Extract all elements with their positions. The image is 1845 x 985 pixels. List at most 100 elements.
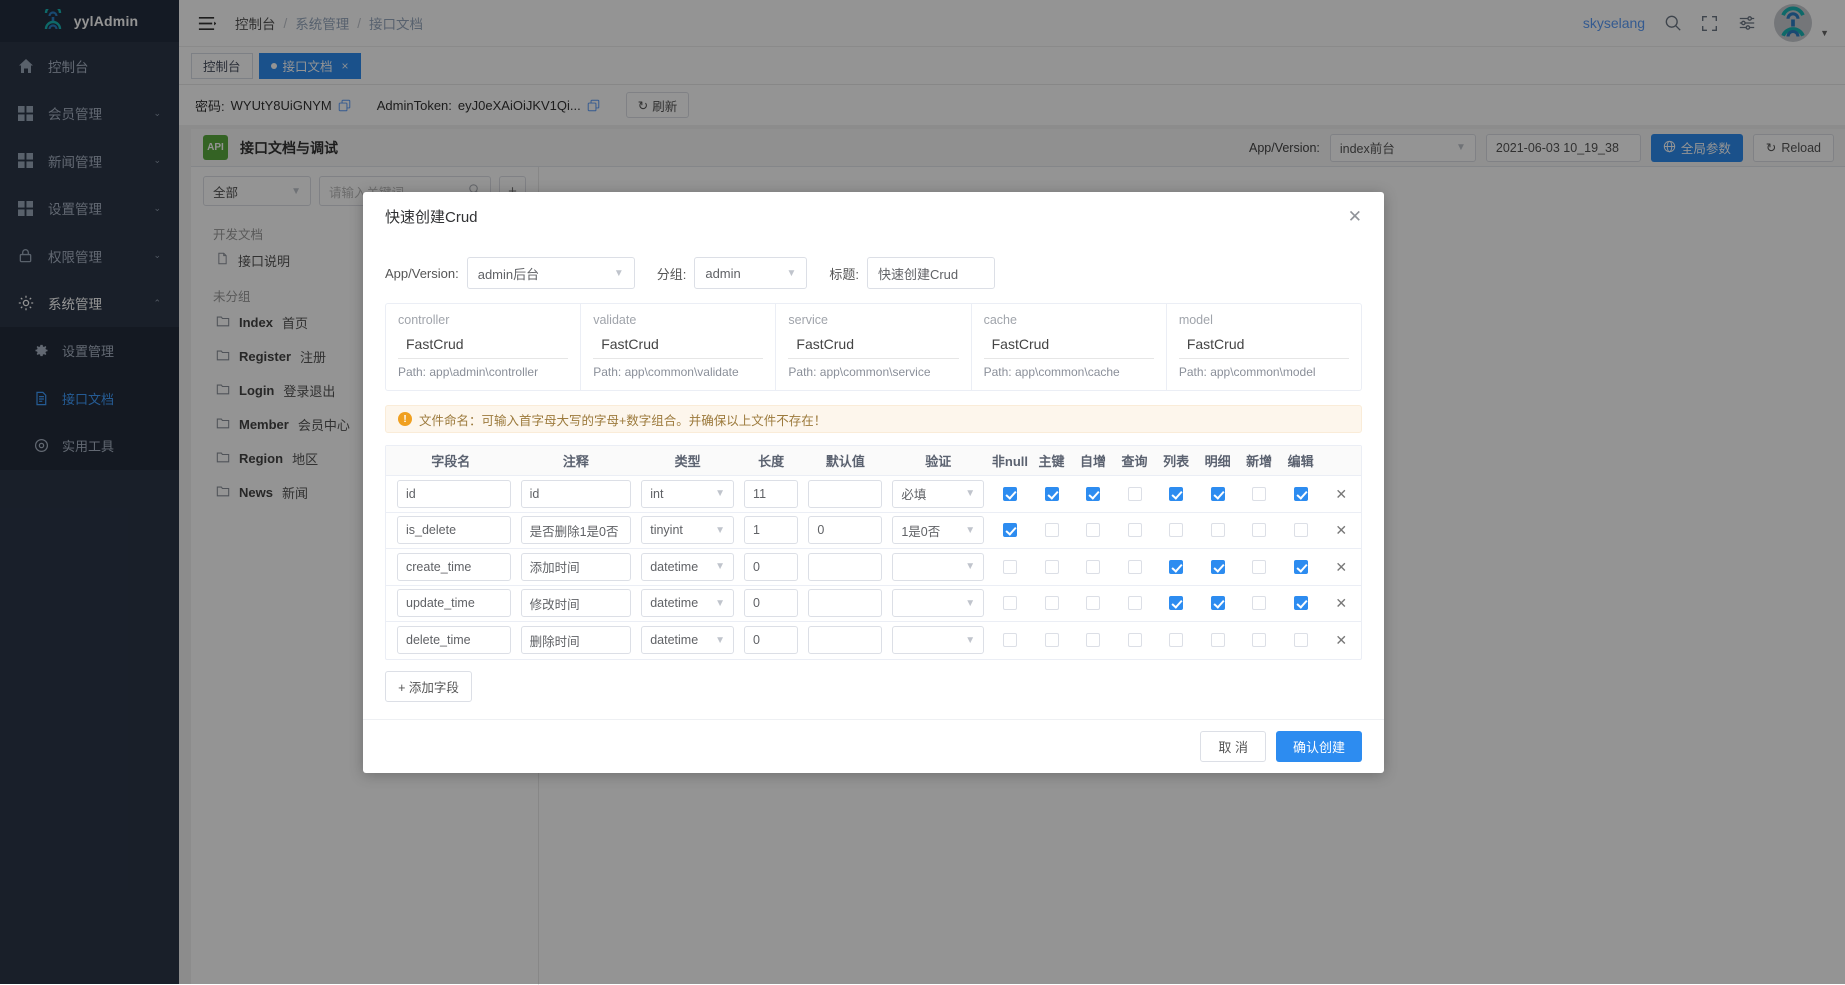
card-name-input[interactable]: FastCrud [788, 329, 959, 359]
checkbox-list[interactable] [1169, 596, 1184, 611]
field-validate-select[interactable]: 1是0否 ▼ [892, 516, 985, 545]
checkbox-add[interactable] [1252, 486, 1267, 501]
checkbox-list[interactable] [1169, 523, 1184, 538]
checkbox-primary-key[interactable] [1044, 523, 1059, 538]
checkbox-detail[interactable] [1210, 633, 1225, 648]
field-validate-select[interactable]: ▼ [892, 589, 985, 618]
checkbox-detail[interactable] [1210, 523, 1225, 538]
card-path: Path: app\common\cache [984, 365, 1154, 379]
checkbox-add[interactable] [1252, 596, 1267, 611]
field-comment-input[interactable]: 修改时间 [520, 589, 632, 618]
delete-row-icon[interactable]: ✕ [1335, 560, 1347, 574]
field-name-input[interactable]: update_time [397, 589, 511, 618]
checkbox-query[interactable] [1127, 633, 1142, 648]
card-name-input[interactable]: FastCrud [398, 329, 569, 359]
cancel-button[interactable]: 取 消 [1200, 730, 1266, 762]
checkbox-detail[interactable] [1210, 596, 1225, 611]
field-default-input[interactable] [808, 552, 883, 581]
field-type-select[interactable]: int ▼ [641, 479, 735, 508]
field-length-input[interactable]: 0 [744, 626, 799, 655]
checkbox-add[interactable] [1252, 559, 1267, 574]
checkbox-detail[interactable] [1210, 559, 1225, 574]
appversion-select[interactable]: admin后台 ▼ [466, 257, 635, 289]
field-type-select[interactable]: tinyint ▼ [641, 516, 735, 545]
field-comment-input[interactable]: id [520, 479, 632, 508]
field-default-input[interactable] [808, 479, 883, 508]
checkbox-auto-increment[interactable] [1086, 596, 1101, 611]
field-default-input[interactable] [808, 589, 883, 618]
delete-row-icon[interactable]: ✕ [1335, 487, 1347, 501]
checkbox-notnull[interactable] [1002, 633, 1017, 648]
checkbox-edit[interactable] [1293, 559, 1308, 574]
card-controller: controller FastCrud Path: app\admin\cont… [386, 304, 582, 390]
checkbox-primary-key[interactable] [1044, 596, 1059, 611]
checkbox-list[interactable] [1169, 559, 1184, 574]
delete-row-icon[interactable]: ✕ [1335, 596, 1347, 610]
th-list: 列表 [1163, 454, 1190, 469]
field-comment-input[interactable]: 添加时间 [520, 552, 632, 581]
card-key: cache [983, 313, 1017, 327]
card-path: Path: app\common\service [788, 365, 958, 379]
field-length-input[interactable]: 11 [744, 479, 799, 508]
field-name-input[interactable]: is_delete [397, 516, 511, 545]
checkbox-notnull[interactable] [1002, 486, 1017, 501]
field-name-input[interactable]: id [397, 479, 511, 508]
field-validate-select[interactable]: 必填 ▼ [892, 479, 985, 508]
checkbox-edit[interactable] [1293, 633, 1308, 648]
dialog-title: 快速创建Crud [385, 209, 478, 226]
checkbox-primary-key[interactable] [1044, 633, 1059, 648]
field-type-select[interactable]: datetime ▼ [641, 626, 735, 655]
checkbox-query[interactable] [1127, 596, 1142, 611]
chevron-down-icon: ▼ [965, 561, 976, 573]
card-name-input[interactable]: FastCrud [1178, 329, 1350, 359]
delete-row-icon[interactable]: ✕ [1335, 523, 1347, 537]
card-path-label: Path: [983, 365, 1012, 379]
checkbox-primary-key[interactable] [1044, 559, 1059, 574]
close-icon[interactable]: ✕ [1348, 208, 1362, 225]
checkbox-query[interactable] [1127, 523, 1142, 538]
field-validate-select[interactable]: ▼ [892, 626, 985, 655]
th-edit: 编辑 [1287, 454, 1314, 469]
field-name-input[interactable]: create_time [397, 552, 511, 581]
card-name-input[interactable]: FastCrud [983, 329, 1154, 359]
group-select[interactable]: admin ▼ [694, 257, 808, 289]
checkbox-notnull[interactable] [1002, 523, 1017, 538]
field-default-input[interactable]: 0 [808, 516, 883, 545]
card-name-input[interactable]: FastCrud [593, 329, 764, 359]
field-type-select[interactable]: datetime ▼ [641, 552, 735, 581]
chevron-down-icon: ▼ [715, 524, 726, 536]
field-type-select[interactable]: datetime ▼ [641, 589, 735, 618]
checkbox-edit[interactable] [1293, 596, 1308, 611]
checkbox-list[interactable] [1169, 633, 1184, 648]
field-comment-input[interactable]: 是否删除1是0否 [520, 516, 632, 545]
checkbox-add[interactable] [1252, 523, 1267, 538]
checkbox-edit[interactable] [1293, 523, 1308, 538]
checkbox-edit[interactable] [1293, 486, 1308, 501]
checkbox-notnull[interactable] [1002, 559, 1017, 574]
checkbox-auto-increment[interactable] [1086, 486, 1101, 501]
confirm-create-button[interactable]: 确认创建 [1275, 730, 1362, 762]
checkbox-notnull[interactable] [1002, 596, 1017, 611]
checkbox-auto-increment[interactable] [1086, 523, 1101, 538]
checkbox-primary-key[interactable] [1044, 486, 1059, 501]
checkbox-auto-increment[interactable] [1086, 633, 1101, 648]
delete-row-icon[interactable]: ✕ [1335, 633, 1347, 647]
title-input[interactable]: 快速创建Crud [866, 257, 995, 289]
checkbox-detail[interactable] [1210, 486, 1225, 501]
field-length-input[interactable]: 0 [744, 589, 799, 618]
field-length-input[interactable]: 0 [744, 552, 799, 581]
field-comment-input[interactable]: 删除时间 [520, 626, 632, 655]
checkbox-query[interactable] [1127, 486, 1142, 501]
checkbox-list[interactable] [1169, 486, 1184, 501]
field-name-input[interactable]: delete_time [397, 626, 511, 655]
checkbox-query[interactable] [1127, 559, 1142, 574]
field-length-input[interactable]: 1 [744, 516, 799, 545]
th-type: 类型 [674, 454, 701, 469]
card-path: Path: app\admin\controller [398, 365, 568, 379]
add-field-button[interactable]: + 添加字段 [385, 670, 472, 702]
field-validate-select[interactable]: ▼ [892, 552, 985, 581]
checkbox-add[interactable] [1252, 633, 1267, 648]
chevron-down-icon: ▼ [715, 634, 726, 646]
checkbox-auto-increment[interactable] [1086, 559, 1101, 574]
field-default-input[interactable] [808, 626, 883, 655]
